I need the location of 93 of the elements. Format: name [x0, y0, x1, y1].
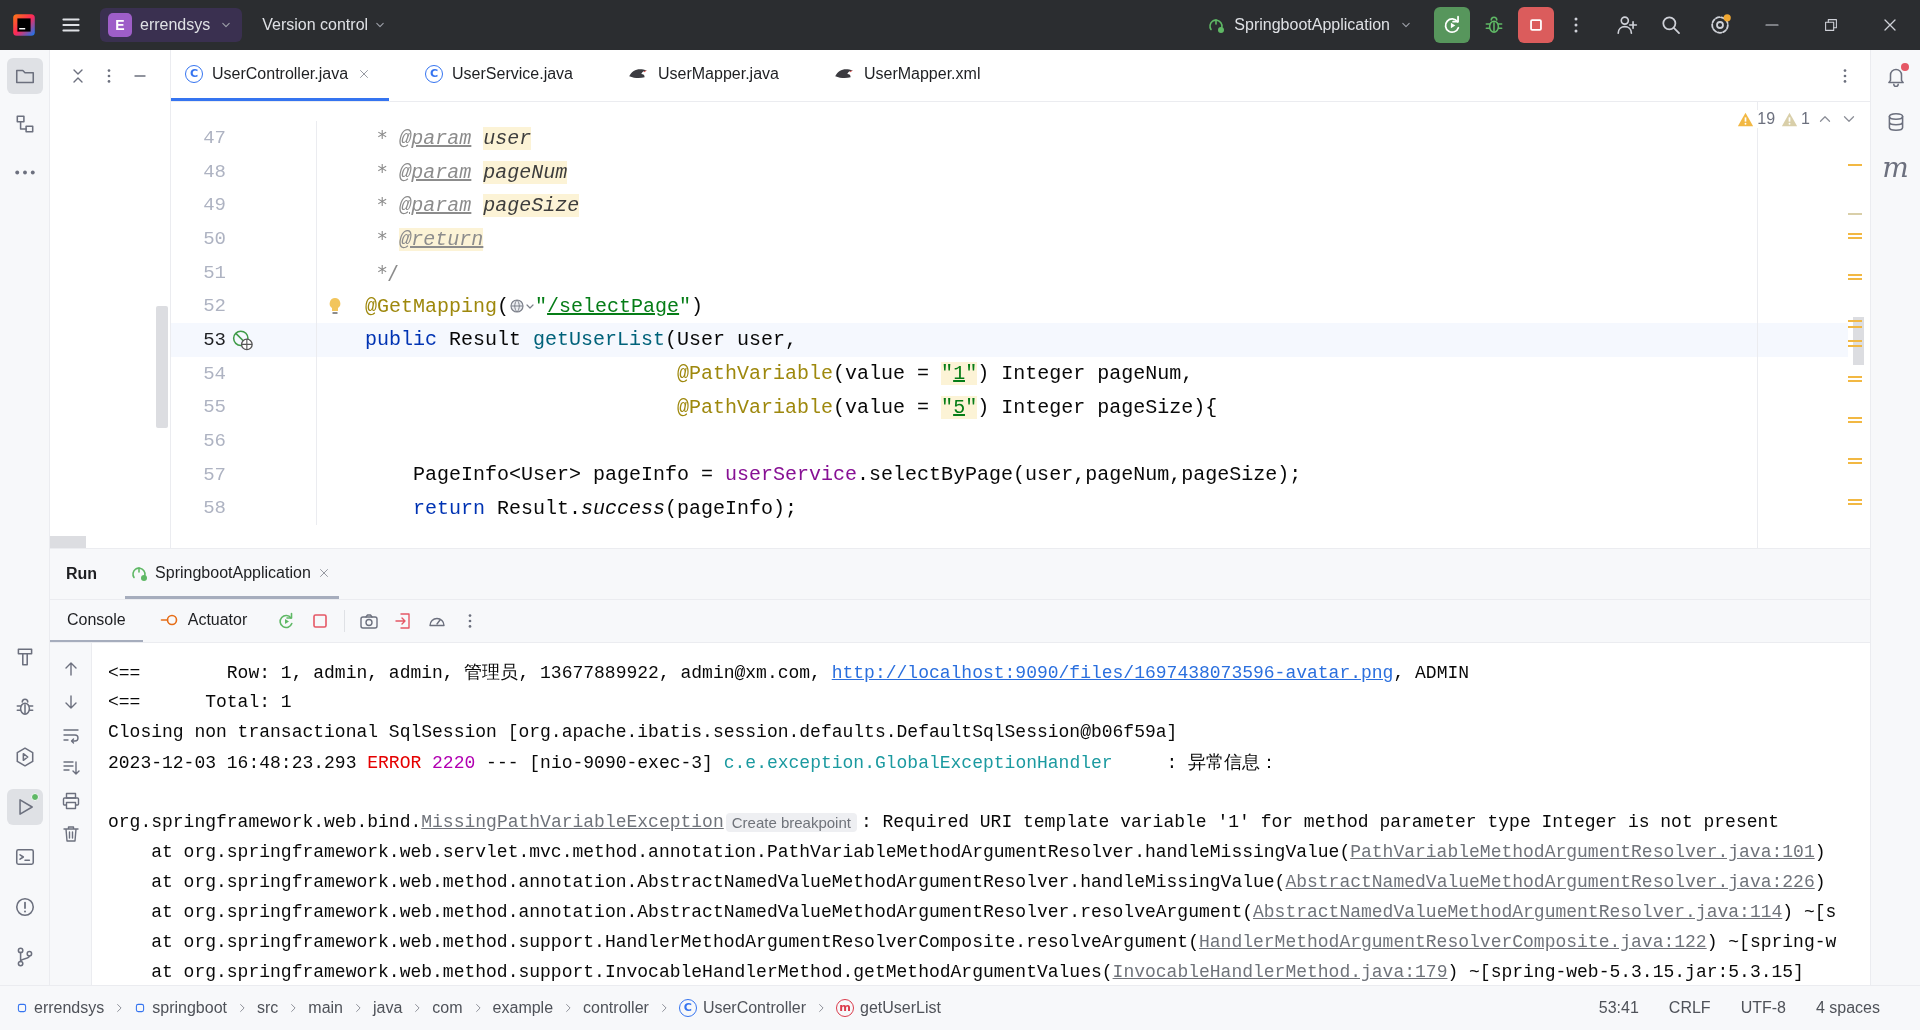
stop-button[interactable]	[1518, 7, 1554, 43]
breadcrumb[interactable]: errendsys	[14, 999, 107, 1017]
editor-tab[interactable]: UserMapper.java	[613, 50, 797, 101]
maven-button[interactable]: m	[1877, 150, 1914, 186]
endpoint-icon[interactable]	[232, 328, 254, 351]
breadcrumb[interactable]: com	[430, 999, 465, 1017]
console-text: at org.springframework.web.method.support.InvocableHandlerMethod.getMethodArgumentValues(InvocableHandlerMethod.java:179) ~[spring-web-5.3.15.jar:5.3.15]	[150, 962, 1804, 982]
restore-icon[interactable]	[1822, 16, 1840, 34]
line-number: 47	[202, 126, 226, 149]
project-badge: E	[108, 13, 132, 37]
link[interactable]: HandlerMethodArgumentResolverComposite.java:122	[1199, 932, 1707, 952]
console-text: Closing non transactional SqlSession [org.apache.ibatis.session.defaults.DefaultSqlSession@b06f59a]	[108, 722, 1178, 742]
print-icon[interactable]	[60, 791, 81, 811]
breadcrumb[interactable]: C UserController	[676, 999, 808, 1017]
code-text: @PathVariable(value = "5") Integer pageSize){	[676, 395, 1218, 419]
vcs-menu[interactable]: Version control	[254, 11, 397, 39]
console-text: org.springframework.web.bind.MissingPathVariableException	[108, 812, 724, 832]
console-text: at org.springframework.web.method.support.HandlerMethodArgumentResolverComposite.resolveArgument(HandlerMethodArgumentResolverComposite.java:122) ~[spring-w	[150, 932, 1837, 952]
line-number: 49	[202, 194, 226, 217]
scrollbar[interactable]	[156, 306, 168, 428]
line-number: 57	[202, 463, 226, 486]
line-number: 52	[202, 295, 226, 318]
console-tab[interactable]: Actuator	[142, 600, 265, 642]
module-icon	[16, 1002, 28, 1014]
panel-title: Run	[66, 565, 98, 583]
inlay-hint[interactable]: Create breakpoint	[725, 812, 857, 832]
code-text: public Result getUserList(User user,	[365, 328, 798, 352]
code-text: */	[375, 260, 400, 285]
line-number: 48	[202, 160, 226, 183]
settings-icon[interactable]	[1708, 13, 1732, 37]
trash-icon[interactable]	[60, 824, 81, 844]
line-number: 58	[202, 497, 226, 520]
breadcrumb[interactable]: main	[306, 999, 345, 1017]
breadcrumb[interactable]: java	[371, 999, 405, 1017]
code-text: PageInfo<User> pageInfo = userService.selectByPage(user,pageNum,pageSize);	[412, 463, 1302, 487]
link[interactable]: PathVariableMethodArgumentResolver.java:101	[1350, 842, 1815, 862]
code-text: * @param pageSize	[375, 193, 580, 218]
breadcrumb[interactable]: src	[254, 999, 281, 1017]
code-text: "/selectPage")	[535, 294, 704, 318]
console-text: at org.springframework.web.method.annotation.AbstractNamedValueMethodArgumentResolver.resolveArgument(AbstractNamedValueMethodArgumentResolver.java:114) ~[s	[150, 902, 1837, 922]
code-text: @GetMapping(	[365, 294, 510, 318]
link[interactable]: InvocableHandlerMethod.java:179	[1112, 962, 1448, 982]
editor-tab[interactable]: C UserService.java	[411, 50, 591, 101]
breadcrumb[interactable]: example	[490, 999, 556, 1017]
console-text: <== Total: 1	[108, 692, 292, 712]
project-selector[interactable]: E errendsys	[100, 8, 243, 42]
more-icon	[13, 169, 36, 175]
console-text: : Required URI template variable '1' for method parameter type Integer is not present	[860, 812, 1780, 832]
run-tool-button[interactable]	[6, 789, 43, 825]
editor-tab[interactable]: UserMapper.xml	[818, 50, 999, 101]
console-text: at org.springframework.web.servlet.mvc.method.annotation.PathVariableMethodArgumentResolver.handleMissingValue(PathVariableMethodArgumentResolver.java:101)	[150, 842, 1826, 862]
console-text: 2023-12-03 16:48:23.293 ERROR 2220 --- [nio-9090-exec-3] c.e.exception.GlobalExceptionHandler : 异常信息：	[108, 752, 1279, 774]
warnings-indicator[interactable]: 19	[1737, 110, 1776, 128]
code-text: return Result.success(pageInfo);	[412, 496, 798, 520]
console-text: at org.springframework.web.method.annotation.AbstractNamedValueMethodArgumentResolver.handleMissingValue(AbstractNamedValueMethodArgumentResolver.java:226)	[150, 872, 1826, 892]
breadcrumb[interactable]: m getUserList	[834, 999, 943, 1017]
search-icon[interactable]	[1660, 14, 1682, 36]
console-text: <== Row: 1, admin, admin, 管理员, 13677889922, admin@xm.com, http://localhost:9090/files/1697438073596-avatar.png, ADMIN	[108, 662, 1470, 684]
caret-position[interactable]: 53:41	[1598, 999, 1639, 1017]
add-user-icon[interactable]	[1616, 14, 1638, 36]
weak-warnings-indicator[interactable]: 1	[1781, 110, 1810, 128]
module-icon	[134, 1002, 147, 1014]
bug-icon	[1483, 14, 1505, 36]
link[interactable]: AbstractNamedValueMethodArgumentResolver.java:226	[1285, 872, 1815, 892]
terminal-icon	[13, 846, 36, 868]
link[interactable]: http://localhost:9090/files/1697438073596-avatar.png	[831, 663, 1394, 683]
scrollbar[interactable]	[50, 536, 86, 548]
code-text: * @param user	[375, 125, 532, 150]
line-number: 53	[202, 328, 226, 351]
line-number: 55	[202, 396, 226, 419]
link[interactable]: MissingPathVariableException	[421, 812, 724, 832]
problems-icon	[13, 896, 36, 918]
rerun-button[interactable]	[1434, 7, 1470, 43]
line-number: 56	[202, 430, 226, 453]
line-separator[interactable]: CRLF	[1668, 999, 1711, 1017]
line-number: 50	[202, 227, 226, 250]
line-number: 54	[202, 362, 226, 385]
link[interactable]: AbstractNamedValueMethodArgumentResolver.java:114	[1253, 902, 1783, 922]
code-text: @PathVariable(value = "1") Integer pageNum,	[676, 362, 1194, 386]
indent-setting[interactable]: 4 spaces	[1815, 999, 1880, 1017]
project-tool-button[interactable]	[6, 58, 43, 94]
camera-icon[interactable]	[359, 611, 380, 631]
file-encoding[interactable]: UTF-8	[1740, 999, 1786, 1017]
run-config-selector[interactable]: SpringbootApplication	[1198, 10, 1422, 40]
editor-tab[interactable]: C UserController.java	[171, 50, 390, 101]
breadcrumb[interactable]: springboot	[132, 999, 229, 1017]
scroll-to-end-icon[interactable]	[60, 758, 81, 778]
line-number: 51	[202, 261, 226, 284]
app-logo-icon[interactable]	[12, 13, 36, 37]
breadcrumb[interactable]: controller	[581, 999, 651, 1017]
code-text: * @param pageNum	[375, 159, 568, 184]
code-text: * @return	[375, 226, 484, 251]
run-tab[interactable]: SpringbootApplication	[125, 549, 339, 599]
